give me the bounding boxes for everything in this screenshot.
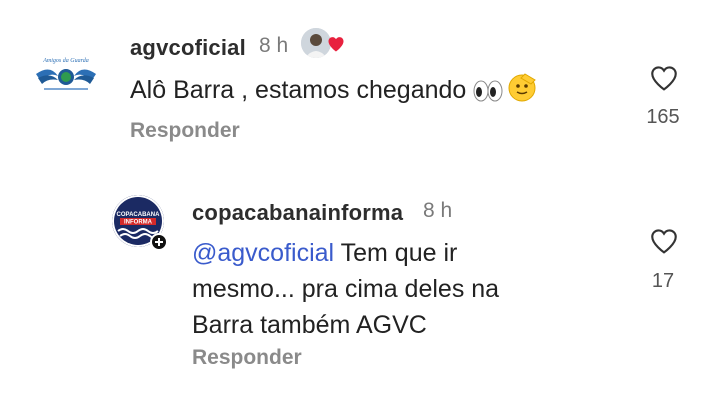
- saluting-face-emoji: [507, 72, 537, 112]
- like-count: 17: [651, 270, 675, 292]
- eyes-emoji: [473, 76, 503, 112]
- like-count: 165: [646, 106, 680, 128]
- reply-button[interactable]: Responder: [130, 119, 240, 143]
- comment-text-body: Alô Barra , estamos chegando: [130, 76, 474, 104]
- avatar-agvcoficial[interactable]: Amigos da Guarda: [30, 40, 102, 112]
- timestamp: 8 h: [259, 34, 289, 57]
- comment-text-line: Barra também AGVC: [192, 311, 427, 339]
- comment-agvcoficial: Amigos da Guarda agvcoficial 8 h Alô Bar…: [0, 0, 720, 170]
- comment-text-line: Tem que ir: [340, 239, 458, 267]
- amigos-da-guarda-logo: Amigos da Guarda: [30, 40, 102, 112]
- timestamp: 8 h: [423, 199, 453, 222]
- svg-text:INFORMA: INFORMA: [124, 220, 153, 226]
- username[interactable]: agvcoficial: [130, 35, 246, 61]
- heart-outline-icon[interactable]: [647, 62, 681, 94]
- comment-text: @agvcoficial Tem que ir mesmo... pra cim…: [192, 235, 499, 343]
- heart-icon: [328, 37, 344, 52]
- heart-outline-icon[interactable]: [647, 225, 681, 257]
- comment-text-line: mesmo... pra cima deles na: [192, 275, 500, 303]
- logo-lettering: COPACABANA: [117, 212, 161, 218]
- logo-lettering: Amigos da Guarda: [42, 58, 88, 64]
- comment-text: Alô Barra , estamos chegando: [130, 72, 537, 112]
- mention-link[interactable]: @agvcoficial: [192, 239, 334, 267]
- username[interactable]: copacabanainforma: [192, 200, 403, 226]
- add-icon[interactable]: [150, 233, 168, 251]
- reply-button[interactable]: Responder: [192, 346, 302, 370]
